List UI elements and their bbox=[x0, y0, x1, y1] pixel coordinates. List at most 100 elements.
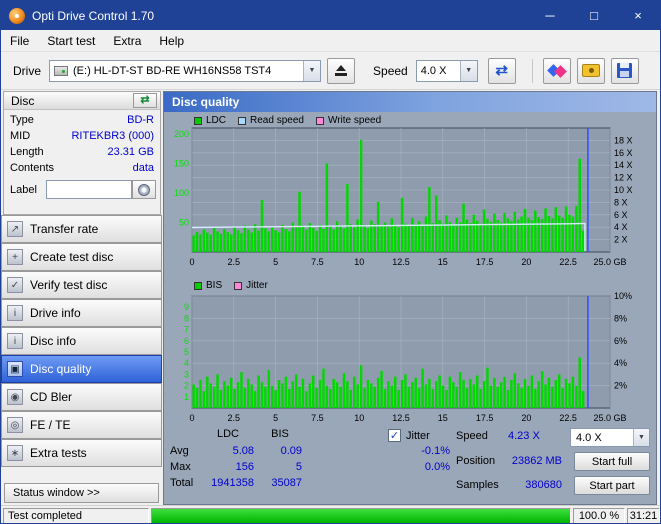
jitter-checkbox[interactable]: ✓ bbox=[388, 429, 401, 442]
svg-text:0: 0 bbox=[189, 257, 194, 267]
svg-text:6%: 6% bbox=[614, 336, 627, 346]
svg-text:10%: 10% bbox=[614, 292, 632, 301]
save-button[interactable] bbox=[610, 57, 639, 84]
start-part-button[interactable]: Start part bbox=[574, 476, 650, 495]
disc-mid-row: MID RITEKBR3 (000) bbox=[10, 130, 154, 145]
titlebar: Opti Drive Control 1.70 ─ □ × bbox=[1, 1, 660, 30]
sidebar-item-label: Disc info bbox=[30, 334, 77, 348]
drive-label: Drive bbox=[13, 63, 42, 78]
disc-quality-panel: Disc quality LDC Read speed Write speed … bbox=[163, 91, 657, 505]
disc-label-button[interactable] bbox=[132, 180, 156, 199]
status-message: Test completed bbox=[3, 508, 149, 523]
svg-text:6 X: 6 X bbox=[614, 210, 628, 220]
sidebar-item-fe-te[interactable]: ◎ FE / TE bbox=[1, 411, 162, 439]
disc-length-label: Length bbox=[10, 146, 44, 158]
svg-text:5: 5 bbox=[184, 347, 189, 357]
speed-stat-label: Speed bbox=[456, 430, 488, 442]
svg-text:9: 9 bbox=[184, 302, 189, 312]
app-icon bbox=[9, 7, 25, 24]
sidebar-item-verify-test-disc[interactable]: ✓ Verify test disc bbox=[1, 271, 162, 299]
samples-stat-value: 380680 bbox=[525, 479, 562, 491]
sidebar-item-drive-info[interactable]: i Drive info bbox=[1, 299, 162, 327]
menu-file[interactable]: File bbox=[1, 31, 38, 51]
scan-speed-select[interactable]: 4.0 X ▼ bbox=[570, 428, 650, 447]
disc-info-icon: i bbox=[7, 333, 23, 349]
statusbar: Test completed 100.0 % 31:21 bbox=[1, 505, 660, 523]
cd-bler-icon: ◉ bbox=[7, 389, 23, 405]
sidebar-item-extra-tests[interactable]: ∗ Extra tests bbox=[1, 439, 162, 467]
save-icon bbox=[617, 63, 633, 78]
svg-text:2%: 2% bbox=[614, 381, 627, 391]
maximize-icon[interactable]: □ bbox=[572, 1, 616, 30]
refresh-button[interactable]: ⇄ bbox=[487, 57, 516, 84]
sidebar-item-label: Transfer rate bbox=[30, 222, 99, 236]
svg-text:200: 200 bbox=[174, 129, 189, 139]
elapsed-time: 31:21 bbox=[627, 508, 660, 523]
svg-text:18 X: 18 X bbox=[614, 135, 633, 145]
disc-contents-row: Contents data bbox=[10, 162, 154, 177]
speed-select[interactable]: 4.0 X ▼ bbox=[415, 59, 478, 82]
transfer-rate-icon: ↗ bbox=[7, 221, 23, 237]
palette-button[interactable] bbox=[542, 57, 571, 84]
disc-groupbox-header: Disc ⇄ bbox=[4, 92, 160, 110]
close-icon[interactable]: × bbox=[616, 1, 660, 30]
svg-text:2.5: 2.5 bbox=[228, 413, 241, 423]
scan-speed-select-value: 4.0 X bbox=[576, 431, 602, 444]
svg-text:1: 1 bbox=[184, 392, 189, 402]
max-bis-value: 5 bbox=[295, 461, 302, 473]
jitter-legend-swatch bbox=[234, 281, 243, 290]
svg-text:10 X: 10 X bbox=[614, 185, 633, 195]
stats-area: LDC BIS Avg 5.08 0.09 Max 156 5 Total 19… bbox=[164, 428, 656, 506]
avg-ldc-value: 5.08 bbox=[232, 445, 254, 457]
sidebar-item-cd-bler[interactable]: ◉ CD Bler bbox=[1, 383, 162, 411]
sidebar-item-label: Extra tests bbox=[30, 446, 87, 460]
samples-stat-label: Samples bbox=[456, 479, 499, 491]
disc-refresh-button[interactable]: ⇄ bbox=[133, 93, 157, 108]
total-ldc-value: 1941358 bbox=[211, 477, 254, 489]
max-ldc-value: 156 bbox=[235, 461, 254, 473]
sidebar-item-disc-info[interactable]: i Disc info bbox=[1, 327, 162, 355]
status-window-button[interactable]: Status window >> bbox=[4, 483, 159, 503]
drive-select[interactable]: (E:) HL-DT-ST BD-RE WH16NS58 TST4 ▼ bbox=[49, 59, 322, 82]
progress-bar bbox=[151, 508, 571, 523]
sidebar-item-transfer-rate[interactable]: ↗ Transfer rate bbox=[1, 215, 162, 243]
svg-text:4%: 4% bbox=[614, 358, 627, 368]
total-bis-value: 35087 bbox=[271, 477, 302, 489]
app-window: Opti Drive Control 1.70 ─ □ × File Start… bbox=[0, 0, 661, 524]
bis-chart-legend: BIS Jitter bbox=[194, 280, 280, 291]
svg-text:17.5: 17.5 bbox=[476, 257, 494, 267]
disc-type-value: BD-R bbox=[127, 114, 154, 126]
progress-percent: 100.0 % bbox=[573, 508, 625, 523]
eject-button[interactable] bbox=[327, 57, 356, 84]
disc-contents-value: data bbox=[132, 162, 154, 174]
svg-text:14 X: 14 X bbox=[614, 160, 633, 170]
sidebar-item-label: FE / TE bbox=[30, 418, 71, 432]
window-controls: ─ □ × bbox=[528, 1, 660, 30]
svg-text:0: 0 bbox=[189, 413, 194, 423]
disc-type-label: Type bbox=[10, 114, 34, 126]
status-window-label: Status window >> bbox=[13, 487, 100, 499]
start-full-button[interactable]: Start full bbox=[574, 452, 650, 471]
sidebar-item-disc-quality[interactable]: ▣ Disc quality bbox=[1, 355, 162, 383]
sidebar-item-create-test-disc[interactable]: + Create test disc bbox=[1, 243, 162, 271]
bis-jitter-chart: 2%4%6%8%10%0 2.5 5 7.5 10 12.5 15 17.5 20 22.5 25.… bbox=[184, 292, 632, 423]
disc-icon bbox=[138, 183, 150, 196]
svg-text:7.5: 7.5 bbox=[311, 413, 324, 423]
screenshot-button[interactable] bbox=[576, 57, 605, 84]
menu-extra[interactable]: Extra bbox=[104, 31, 150, 51]
svg-text:2 X: 2 X bbox=[614, 235, 628, 245]
svg-text:15: 15 bbox=[438, 413, 448, 423]
refresh-icon: ⇄ bbox=[140, 94, 150, 106]
svg-text:20: 20 bbox=[521, 257, 531, 267]
svg-text:7: 7 bbox=[184, 325, 189, 335]
svg-text:22.5: 22.5 bbox=[559, 257, 577, 267]
position-stat-label: Position bbox=[456, 455, 496, 467]
svg-text:10: 10 bbox=[354, 257, 364, 267]
svg-text:150: 150 bbox=[174, 158, 189, 168]
svg-text:6: 6 bbox=[184, 336, 189, 346]
menu-start-test[interactable]: Start test bbox=[38, 31, 104, 51]
menu-help[interactable]: Help bbox=[150, 31, 193, 51]
svg-text:100: 100 bbox=[174, 188, 189, 198]
disc-label-input[interactable] bbox=[46, 180, 132, 199]
minimize-icon[interactable]: ─ bbox=[528, 1, 572, 30]
